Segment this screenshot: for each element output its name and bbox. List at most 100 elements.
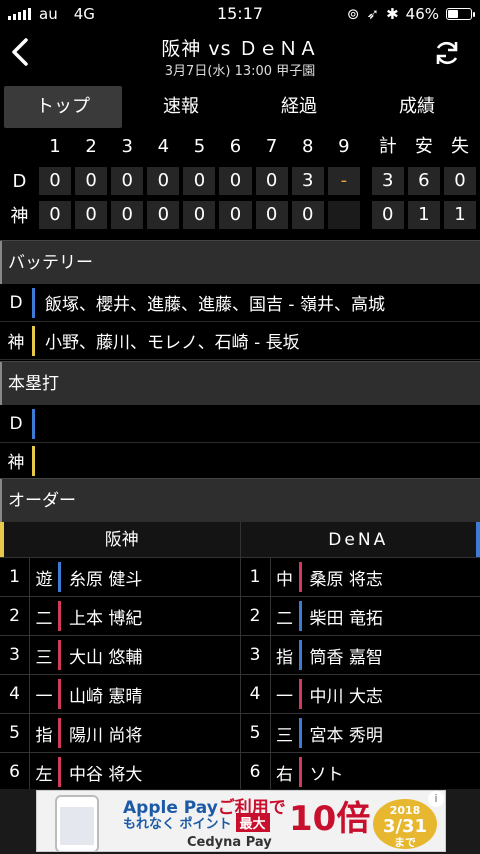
player-name: 中川 大志 (309, 686, 383, 707)
runs-total: 3 (371, 167, 404, 195)
position-label: 一 (35, 686, 53, 707)
away-batter[interactable]: 6 右ソト (241, 753, 480, 791)
player-name: ソト (309, 764, 344, 785)
team-color-bar (32, 445, 35, 476)
away-batter[interactable]: 5 三宮本 秀明 (241, 714, 480, 752)
player-name: 陽川 尚将 (69, 725, 143, 746)
home-batter[interactable]: 4 一山崎 憲晴 (0, 675, 241, 713)
batting-order-number: 3 (0, 636, 30, 674)
position-label: 三 (276, 725, 293, 746)
away-batter[interactable]: 2 二柴田 竜拓 (241, 597, 480, 635)
inning-header: 9 (338, 136, 350, 157)
inning-score: 0 (219, 167, 252, 195)
team-label: 神 (10, 206, 29, 227)
home-batter[interactable]: 2 二上本 博紀 (0, 597, 241, 635)
inning-score: 0 (183, 201, 216, 229)
player-name: 大山 悠輔 (69, 647, 143, 668)
inning-score: 0 (111, 201, 144, 229)
scoreboard-row-dena: D 0 0 0 0 0 0 0 3 - 3 6 0 (0, 166, 480, 196)
section-order-header[interactable]: オーダー (0, 478, 480, 522)
away-batter[interactable]: 1 中桑原 将志 (241, 558, 480, 596)
battery-players: 小野、藤川、モレノ、石崎 - 長坂 (45, 333, 300, 353)
tab-progress[interactable]: 経過 (240, 86, 358, 128)
inning-header: 7 (265, 136, 278, 157)
ad-content[interactable]: Apple Payご利用で もれなく ポイント 最大 10倍 Cedyna Pay… (36, 790, 446, 852)
section-homerun-header[interactable]: 本塁打 (0, 361, 480, 405)
handedness-bar (298, 601, 302, 631)
status-right: ⊚ ➶ ✱ 46% (346, 5, 475, 23)
page-title: 阪神 vs ＤｅＮＡ (161, 38, 319, 60)
batting-order-number: 1 (0, 558, 30, 596)
section-battery-header[interactable]: バッテリー (0, 240, 480, 284)
home-batter[interactable]: 5 指陽川 尚将 (0, 714, 241, 752)
game-info: 3月7日(水) 13:00 甲子園 (164, 64, 316, 79)
inning-score: 0 (183, 167, 216, 195)
home-batter[interactable]: 6 左中谷 将大 (0, 753, 241, 791)
team-color-bar (32, 325, 35, 356)
order-row: 3 三大山 悠輔 3 指筒香 嘉智 (0, 636, 480, 675)
hits-header: 安 (414, 136, 433, 157)
home-batter[interactable]: 1 遊糸原 健斗 (0, 558, 241, 596)
ad-info-icon[interactable]: i (428, 791, 444, 807)
batting-order-number: 2 (241, 597, 271, 635)
ad-deadline-badge: 2018 3/31 まで (373, 799, 437, 849)
errors-total: 0 (443, 167, 477, 195)
position-label: 指 (276, 647, 293, 668)
player-name: 上本 博紀 (69, 608, 143, 629)
player-name: 山崎 憲晴 (69, 686, 143, 707)
position-label: 中 (276, 569, 293, 590)
inning-header: 4 (157, 136, 170, 157)
header: 阪神 vs ＤｅＮＡ 3月7日(水) 13:00 甲子園 (0, 28, 480, 80)
away-batter[interactable]: 4 一中川 大志 (241, 675, 480, 713)
ad-banner[interactable]: Apple Payご利用で もれなく ポイント 最大 10倍 Cedyna Pay… (0, 789, 480, 854)
inning-score: 0 (219, 201, 252, 229)
batting-order-number: 6 (241, 753, 271, 791)
order-row: 1 遊糸原 健斗 1 中桑原 将志 (0, 558, 480, 597)
ad-logos: Cedyna Pay (187, 835, 272, 850)
errors-total: 1 (443, 201, 477, 229)
inning-score: 0 (75, 167, 108, 195)
player-name: 桑原 将志 (309, 569, 383, 590)
inning-score: 3 (291, 167, 324, 195)
player-name: 糸原 健斗 (69, 569, 143, 590)
inning-header: 1 (49, 136, 61, 157)
scoreboard-row-tigers: 神 0 0 0 0 0 0 0 0 0 1 1 (0, 200, 480, 230)
refresh-icon[interactable] (432, 38, 462, 68)
home-team-header[interactable]: 阪神 (0, 522, 241, 557)
batting-order-number: 4 (0, 675, 30, 713)
orientation-lock-icon: ⊚ (346, 5, 360, 23)
player-name: 宮本 秀明 (309, 725, 383, 746)
battery-row-tigers: 神 小野、藤川、モレノ、石崎 - 長坂 (0, 322, 480, 360)
tab-live[interactable]: 速報 (122, 86, 240, 128)
inning-header: 5 (193, 136, 206, 157)
scoreboard: 1 2 3 4 5 6 7 8 9 計 安 失 D 0 0 0 0 0 0 0 … (0, 132, 480, 234)
home-batter[interactable]: 3 三大山 悠輔 (0, 636, 241, 674)
batting-order-number: 2 (0, 597, 30, 635)
tab-top[interactable]: トップ (4, 86, 122, 128)
batting-order-number: 5 (0, 714, 30, 752)
order-row: 6 左中谷 将大 6 右ソト (0, 753, 480, 792)
homerun-row-tigers: 神 (0, 442, 480, 480)
team-color-bar (32, 408, 35, 439)
battery-players: 飯塚、櫻井、進藤、進藤、国吉 - 嶺井、高城 (45, 295, 385, 315)
away-batter[interactable]: 3 指筒香 嘉智 (241, 636, 480, 674)
runs-header: 計 (378, 136, 397, 157)
position-label: 左 (35, 764, 53, 785)
batting-order-number: 3 (241, 636, 271, 674)
phone-illustration (55, 795, 99, 851)
inning-score: 0 (38, 201, 72, 229)
batting-order-number: 4 (241, 675, 271, 713)
inning-header: 8 (302, 136, 314, 157)
handedness-bar (58, 562, 61, 592)
away-team-header[interactable]: DeNA (240, 522, 480, 557)
handedness-bar (58, 679, 61, 709)
team-label: D (9, 292, 23, 313)
inning-header: 2 (85, 136, 97, 157)
tab-stats[interactable]: 成績 (358, 86, 476, 128)
inning-score: 0 (38, 167, 72, 195)
handedness-bar (58, 601, 61, 631)
inning-header: 6 (229, 136, 242, 157)
team-label: 神 (7, 453, 25, 473)
ad-subline: もれなく ポイント 最大 (123, 813, 270, 832)
player-name: 筒香 嘉智 (309, 647, 383, 668)
